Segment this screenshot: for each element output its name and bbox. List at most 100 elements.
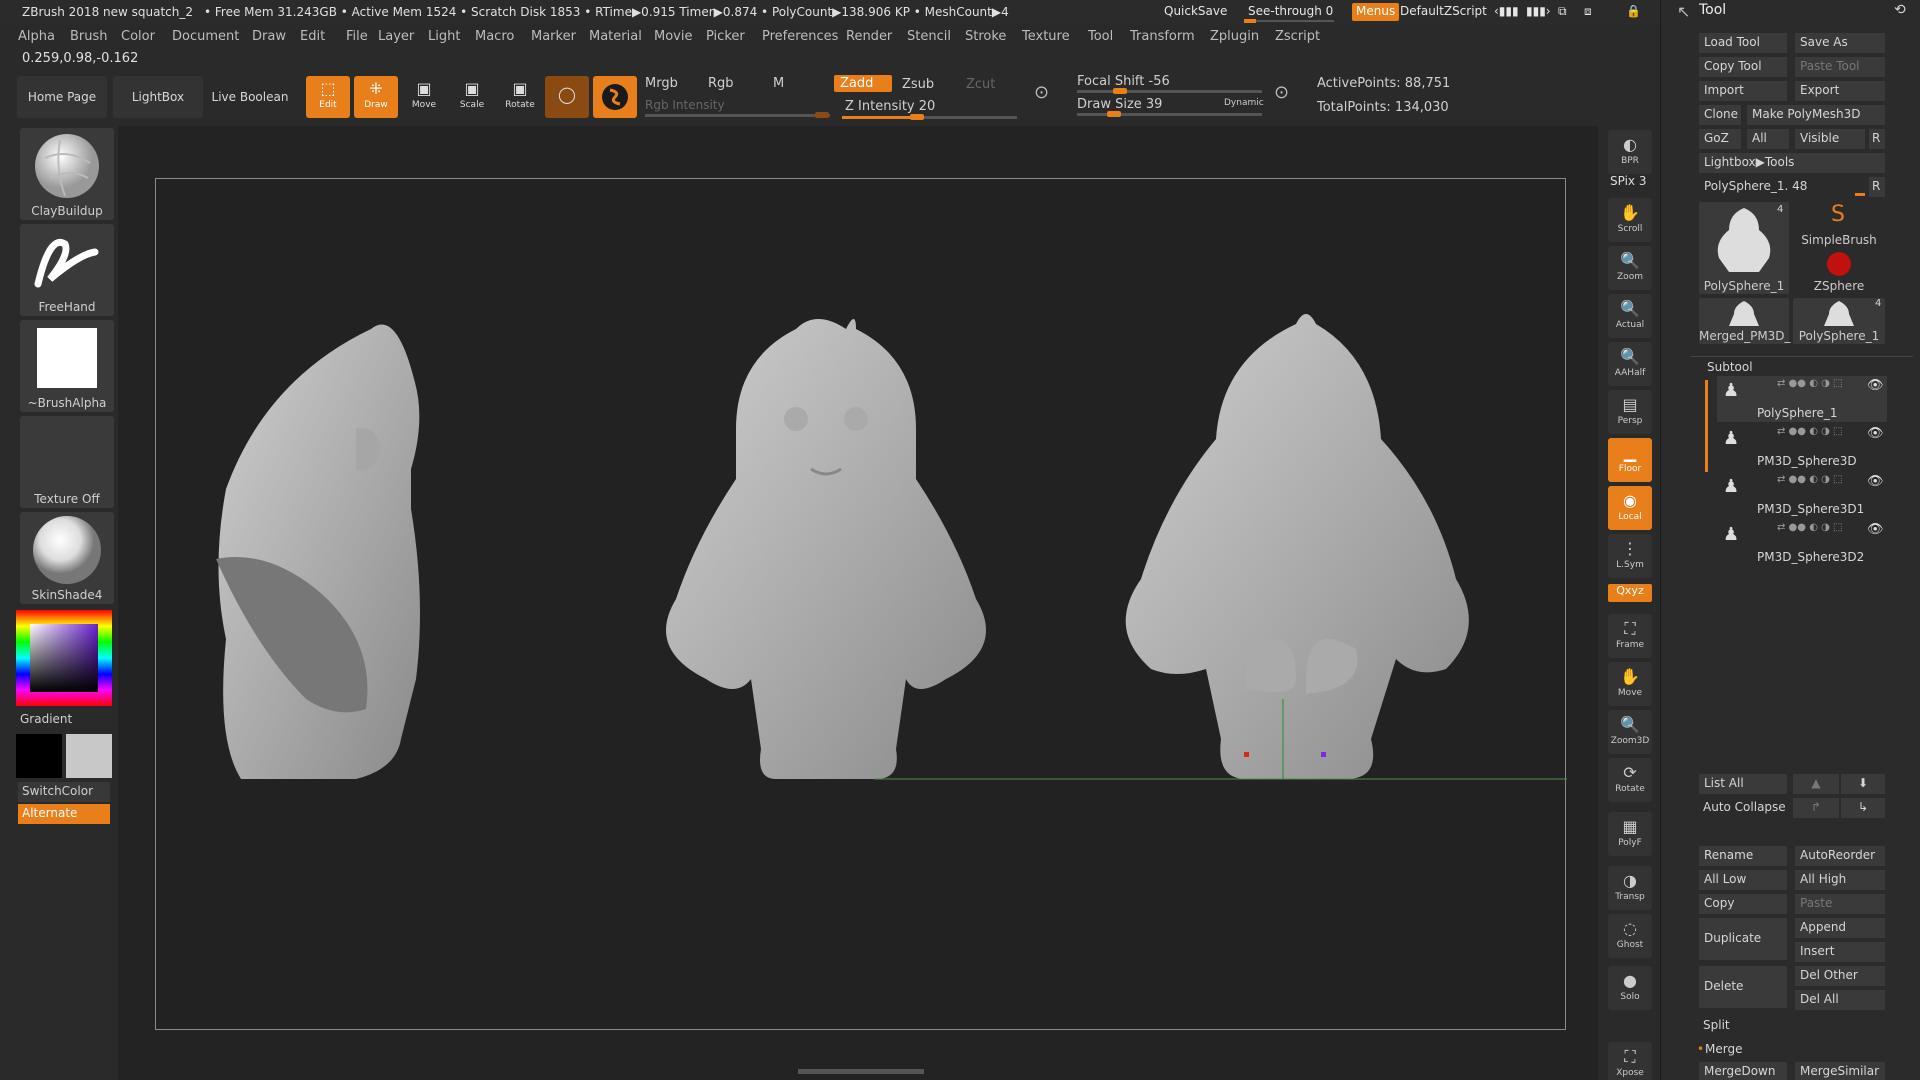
tool-palette-title[interactable]: Tool [1699,2,1726,18]
duplicate-button[interactable]: Duplicate [1699,918,1787,960]
del-all-button[interactable]: Del All [1795,990,1885,1010]
rotate-button[interactable]: ▣ Rotate [498,76,542,118]
switchcolor-button[interactable]: SwitchColor [18,782,110,802]
merge-similar-button[interactable]: MergeSimilar [1795,1062,1885,1080]
z-intensity-slider[interactable]: Z Intensity 20 [845,99,935,114]
menu-marker[interactable]: Marker [531,29,576,44]
menu-file[interactable]: File [346,29,368,44]
visibility-eye-icon[interactable]: 👁 [1867,522,1884,537]
document-area[interactable] [155,178,1567,1031]
scroll-button[interactable]: ✋ Scroll [1608,198,1652,242]
color-square[interactable] [30,624,98,692]
zoom3d-button[interactable]: 🔍 Zoom3D [1608,710,1652,754]
live-boolean-button[interactable]: Live Boolean [205,76,295,118]
goz-all-button[interactable]: All [1747,129,1789,149]
xyz-rotate-button[interactable]: Qxyz [1608,584,1652,602]
move-button[interactable]: ▣ Move [402,76,446,118]
z-intensity-track[interactable] [842,114,1017,120]
arrow-right-icon[interactable]: ↱ [1793,798,1839,818]
current-tool-knob[interactable] [1855,193,1865,196]
subtool-toggles[interactable]: ⇄ ●● ◐ ◑ ⬚ [1777,474,1842,485]
menu-preferences[interactable]: Preferences [762,29,838,44]
menu-draw[interactable]: Draw [252,29,286,44]
split-section[interactable]: Split [1703,1018,1730,1032]
tool-thumb-polysphere2[interactable]: 4 PolySphere_1 [1793,298,1885,344]
merge-section[interactable]: Merge [1705,1042,1742,1056]
move-down-icon[interactable]: ⬇ [1841,774,1885,794]
autoreorder-button[interactable]: AutoReorder [1795,846,1885,866]
move-button[interactable]: ✋ Move [1608,662,1652,706]
menu-edit[interactable]: Edit [300,29,325,44]
see-through-knob[interactable] [1244,19,1256,23]
goz-button[interactable]: GoZ [1699,129,1741,149]
layout2-icon[interactable]: ⧈ [1580,3,1596,21]
current-tool-r-button[interactable]: R [1869,177,1885,197]
paste-button[interactable]: Paste [1795,894,1885,914]
rotate-button[interactable]: ⟳ Rotate [1608,758,1652,802]
subtool-toggles[interactable]: ⇄ ●● ◐ ◑ ⬚ [1777,522,1842,533]
copy-button[interactable]: Copy [1699,894,1787,914]
menu-stroke[interactable]: Stroke [965,29,1006,44]
mrgb-button[interactable]: Mrgb [645,76,678,91]
brush-selector[interactable]: ClayBuildup [20,128,114,220]
menu-material[interactable]: Material [589,29,642,44]
squatch-model-views[interactable] [156,179,1567,1031]
solo-button[interactable]: ● Solo [1608,966,1652,1010]
quicksave-button[interactable]: QuickSave [1160,3,1231,21]
persp-button[interactable]: ▤ Persp [1608,390,1652,434]
current-tool-slider[interactable]: PolySphere_1. 48 [1699,177,1865,197]
color-picker[interactable] [16,610,112,706]
paste-tool-button[interactable]: Paste Tool [1795,57,1885,77]
rgb-button[interactable]: Rgb [708,76,734,91]
focal-shift-track[interactable] [1077,88,1262,94]
menu-document[interactable]: Document [172,29,239,44]
secondary-color-swatch[interactable] [66,734,112,778]
menu-tool[interactable]: Tool [1088,29,1113,44]
menu-texture[interactable]: Texture [1022,29,1070,44]
export-button[interactable]: Export [1795,81,1885,101]
lightbox-button[interactable]: LightBox [113,76,203,118]
subtool-item[interactable]: ♟ ⇄ ●● ◐ ◑ ⬚ 👁 PolySphere_1 [1717,376,1887,422]
stroke-selector[interactable]: FreeHand [20,224,114,316]
m-button[interactable]: M [773,76,784,91]
goz-visible-button[interactable]: Visible [1795,129,1865,149]
transp-button[interactable]: ◑ Transp [1608,866,1652,910]
focal-shift-slider[interactable]: Focal Shift -56 [1077,74,1170,89]
ghost-button[interactable]: ◌ Ghost [1608,914,1652,958]
stroke-sphere-button[interactable] [593,76,637,118]
frame-button[interactable]: ⛶ Frame [1608,614,1652,658]
gradient-label[interactable]: Gradient [20,712,72,726]
menu-macro[interactable]: Macro [475,29,514,44]
draw-size-slider[interactable]: Draw Size 39 [1077,97,1162,112]
menu-transform[interactable]: Transform [1130,29,1195,44]
load-tool-button[interactable]: Load Tool [1699,33,1787,53]
d-icon[interactable]: ⊙ [1274,82,1289,103]
tool-thumb-polysphere[interactable]: 4 PolySphere_1 [1699,202,1789,294]
copy-tool-button[interactable]: Copy Tool [1699,57,1787,77]
menu-picker[interactable]: Picker [706,29,745,44]
subtool-item[interactable]: ♟ ⇄ ●● ◐ ◑ ⬚ 👁 PM3D_Sphere3D2 [1717,520,1887,566]
polyf-button[interactable]: ▦ PolyF [1608,812,1652,856]
visibility-eye-icon[interactable]: 👁 [1867,474,1884,489]
scale-button[interactable]: ▣ Scale [450,76,494,118]
material-selector[interactable]: SkinShade4 [20,512,114,604]
floor-button[interactable]: ▁ Floor [1608,438,1652,482]
main-color-swatch[interactable] [16,734,62,778]
draw-size-track[interactable] [1077,111,1262,117]
material-sphere-button[interactable]: ◯ [545,76,589,118]
spacing2-icon[interactable]: ▮▮▮› [1522,3,1555,21]
zadd-button[interactable]: Zadd [834,75,892,92]
draw-button[interactable]: ⁜ Draw [354,76,398,118]
del-other-button[interactable]: Del Other [1795,966,1885,986]
menu-brush[interactable]: Brush [70,29,108,44]
all-low-button[interactable]: All Low [1699,870,1787,890]
subtool-toggles[interactable]: ⇄ ●● ◐ ◑ ⬚ [1777,426,1842,437]
move-up-icon[interactable]: ▲ [1793,774,1839,794]
script-name[interactable]: DefaultZScript [1396,3,1491,21]
menu-zscript[interactable]: Zscript [1275,29,1320,44]
visibility-eye-icon[interactable]: 👁 [1867,378,1884,393]
subtool-item[interactable]: ♟ ⇄ ●● ◐ ◑ ⬚ 👁 PM3D_Sphere3D1 [1717,472,1887,518]
zsub-button[interactable]: Zsub [902,77,934,92]
palette-dock-icon[interactable]: ⟲ [1894,2,1906,18]
menu-stencil[interactable]: Stencil [907,29,951,44]
